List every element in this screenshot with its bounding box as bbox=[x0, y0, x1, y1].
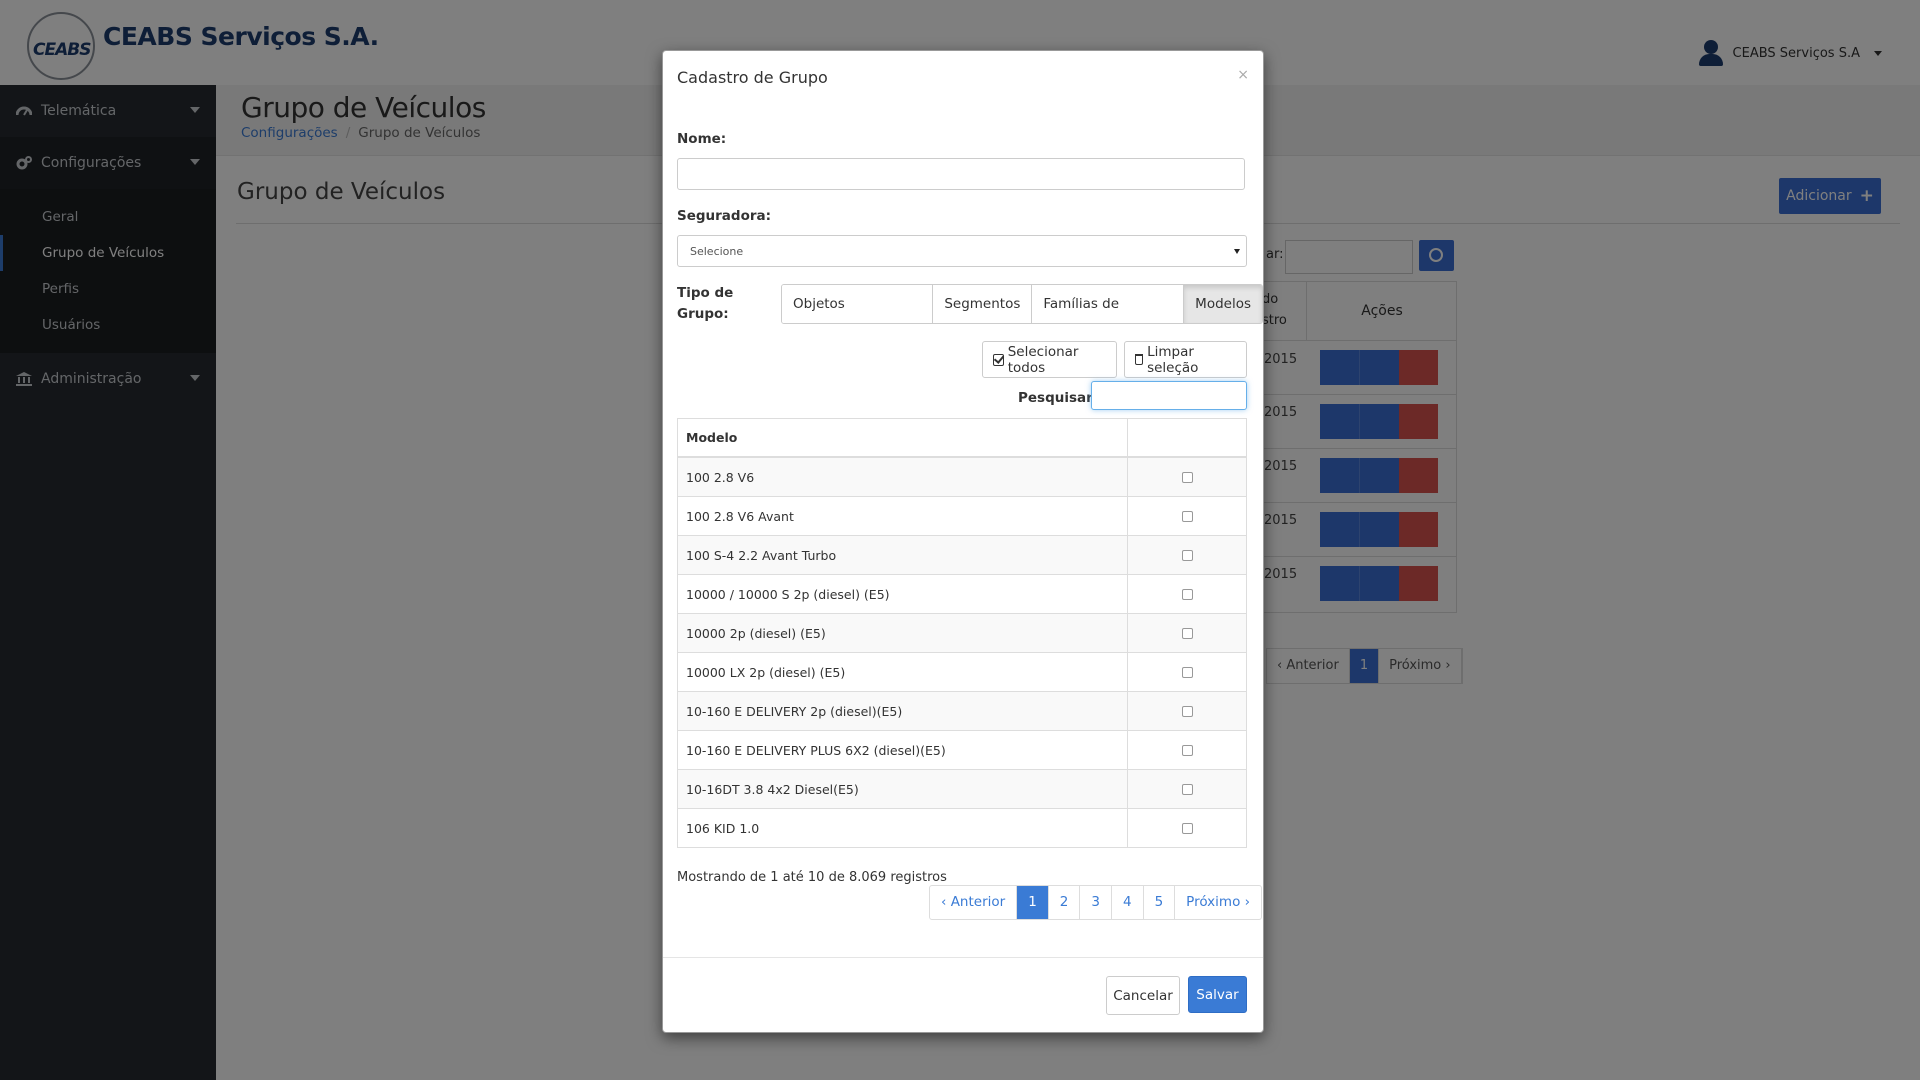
pagination: ‹ Anterior 1 2 3 4 5 Próximo › bbox=[929, 885, 1263, 920]
group-type-toggle: Objetos Rastreáveis Segmentos Famílias d… bbox=[781, 284, 1263, 324]
row-checkbox[interactable] bbox=[1181, 822, 1193, 834]
models-table: Modelo 100 2.8 V6 100 2.8 V6 Avant 100 S… bbox=[677, 418, 1247, 848]
check-square-icon bbox=[993, 353, 1004, 366]
table-row: 100 2.8 V6 bbox=[678, 457, 1246, 496]
modal-title: Cadastro de Grupo bbox=[677, 68, 828, 87]
table-row: 100 2.8 V6 Avant bbox=[678, 496, 1246, 535]
search-label: Pesquisar: bbox=[1018, 390, 1099, 406]
row-checkbox[interactable] bbox=[1181, 471, 1193, 483]
search-input[interactable] bbox=[1091, 381, 1247, 410]
row-checkbox[interactable] bbox=[1181, 510, 1193, 522]
row-checkbox[interactable] bbox=[1181, 627, 1193, 639]
prev-page-button[interactable]: ‹ Anterior bbox=[930, 886, 1018, 919]
close-icon[interactable]: × bbox=[1237, 67, 1249, 83]
table-row: 10000 2p (diesel) (E5) bbox=[678, 613, 1246, 652]
group-type-modelos[interactable]: Modelos bbox=[1184, 285, 1262, 323]
group-type-label: Tipo de Grupo: bbox=[677, 285, 734, 322]
model-cell: 10000 / 10000 S 2p (diesel) (E5) bbox=[678, 575, 1128, 613]
row-checkbox[interactable] bbox=[1181, 744, 1193, 756]
table-row: 10-16DT 3.8 4x2 Diesel(E5) bbox=[678, 769, 1246, 808]
page-button-2[interactable]: 2 bbox=[1049, 886, 1081, 919]
next-page-button[interactable]: Próximo › bbox=[1175, 886, 1261, 919]
model-cell: 100 2.8 V6 bbox=[678, 458, 1128, 496]
records-info: Mostrando de 1 até 10 de 8.069 registros bbox=[677, 870, 947, 885]
group-type-objetos[interactable]: Objetos Rastreáveis bbox=[782, 285, 934, 323]
page-button-5[interactable]: 5 bbox=[1144, 886, 1176, 919]
insurer-select[interactable]: Selecione bbox=[677, 235, 1247, 267]
row-checkbox[interactable] bbox=[1181, 666, 1193, 678]
model-cell: 100 2.8 V6 Avant bbox=[678, 497, 1128, 535]
dropdown-arrow-icon bbox=[1234, 249, 1240, 254]
model-cell: 10-160 E DELIVERY 2p (diesel)(E5) bbox=[678, 692, 1128, 730]
table-row: 10-160 E DELIVERY 2p (diesel)(E5) bbox=[678, 691, 1246, 730]
table-row: 106 KID 1.0 bbox=[678, 808, 1246, 847]
row-checkbox[interactable] bbox=[1181, 783, 1193, 795]
table-row: 10000 / 10000 S 2p (diesel) (E5) bbox=[678, 574, 1246, 613]
column-header-modelo[interactable]: Modelo bbox=[678, 419, 1128, 456]
select-all-button[interactable]: Selecionar todos bbox=[982, 341, 1117, 378]
clear-selection-label: Limpar seleção bbox=[1147, 343, 1199, 376]
save-button[interactable]: Salvar bbox=[1188, 976, 1247, 1013]
row-checkbox[interactable] bbox=[1181, 705, 1193, 717]
model-cell: 10000 LX 2p (diesel) (E5) bbox=[678, 653, 1128, 691]
model-cell: 10-16DT 3.8 4x2 Diesel(E5) bbox=[678, 770, 1128, 808]
insurer-select-value: Selecione bbox=[690, 245, 744, 258]
cancel-button[interactable]: Cancelar bbox=[1106, 976, 1180, 1015]
row-checkbox[interactable] bbox=[1181, 588, 1193, 600]
model-cell: 10000 2p (diesel) (E5) bbox=[678, 614, 1128, 652]
column-header-select bbox=[1128, 419, 1246, 456]
trash-icon bbox=[1135, 354, 1144, 365]
page-button-4[interactable]: 4 bbox=[1112, 886, 1144, 919]
group-type-segmentos[interactable]: Segmentos bbox=[933, 285, 1033, 323]
name-label: Nome: bbox=[677, 131, 727, 147]
model-cell: 10-160 E DELIVERY PLUS 6X2 (diesel)(E5) bbox=[678, 731, 1128, 769]
select-all-label: Selecionar todos bbox=[1007, 343, 1079, 376]
table-row: 10-160 E DELIVERY PLUS 6X2 (diesel)(E5) bbox=[678, 730, 1246, 769]
name-input[interactable] bbox=[677, 158, 1245, 190]
insurer-label: Seguradora: bbox=[677, 208, 772, 224]
group-type-familias[interactable]: Famílias de Veículos bbox=[1032, 285, 1185, 323]
row-checkbox[interactable] bbox=[1181, 549, 1193, 561]
page-button-1[interactable]: 1 bbox=[1017, 886, 1049, 919]
clear-selection-button[interactable]: Limpar seleção bbox=[1124, 341, 1247, 378]
table-row: 10000 LX 2p (diesel) (E5) bbox=[678, 652, 1246, 691]
model-cell: 106 KID 1.0 bbox=[678, 809, 1128, 847]
page-button-3[interactable]: 3 bbox=[1080, 886, 1112, 919]
table-header-row: Modelo bbox=[678, 419, 1246, 457]
model-cell: 100 S-4 2.2 Avant Turbo bbox=[678, 536, 1128, 574]
table-row: 100 S-4 2.2 Avant Turbo bbox=[678, 535, 1246, 574]
group-modal: Cadastro de Grupo × Nome: Seguradora: Se… bbox=[662, 50, 1264, 1033]
